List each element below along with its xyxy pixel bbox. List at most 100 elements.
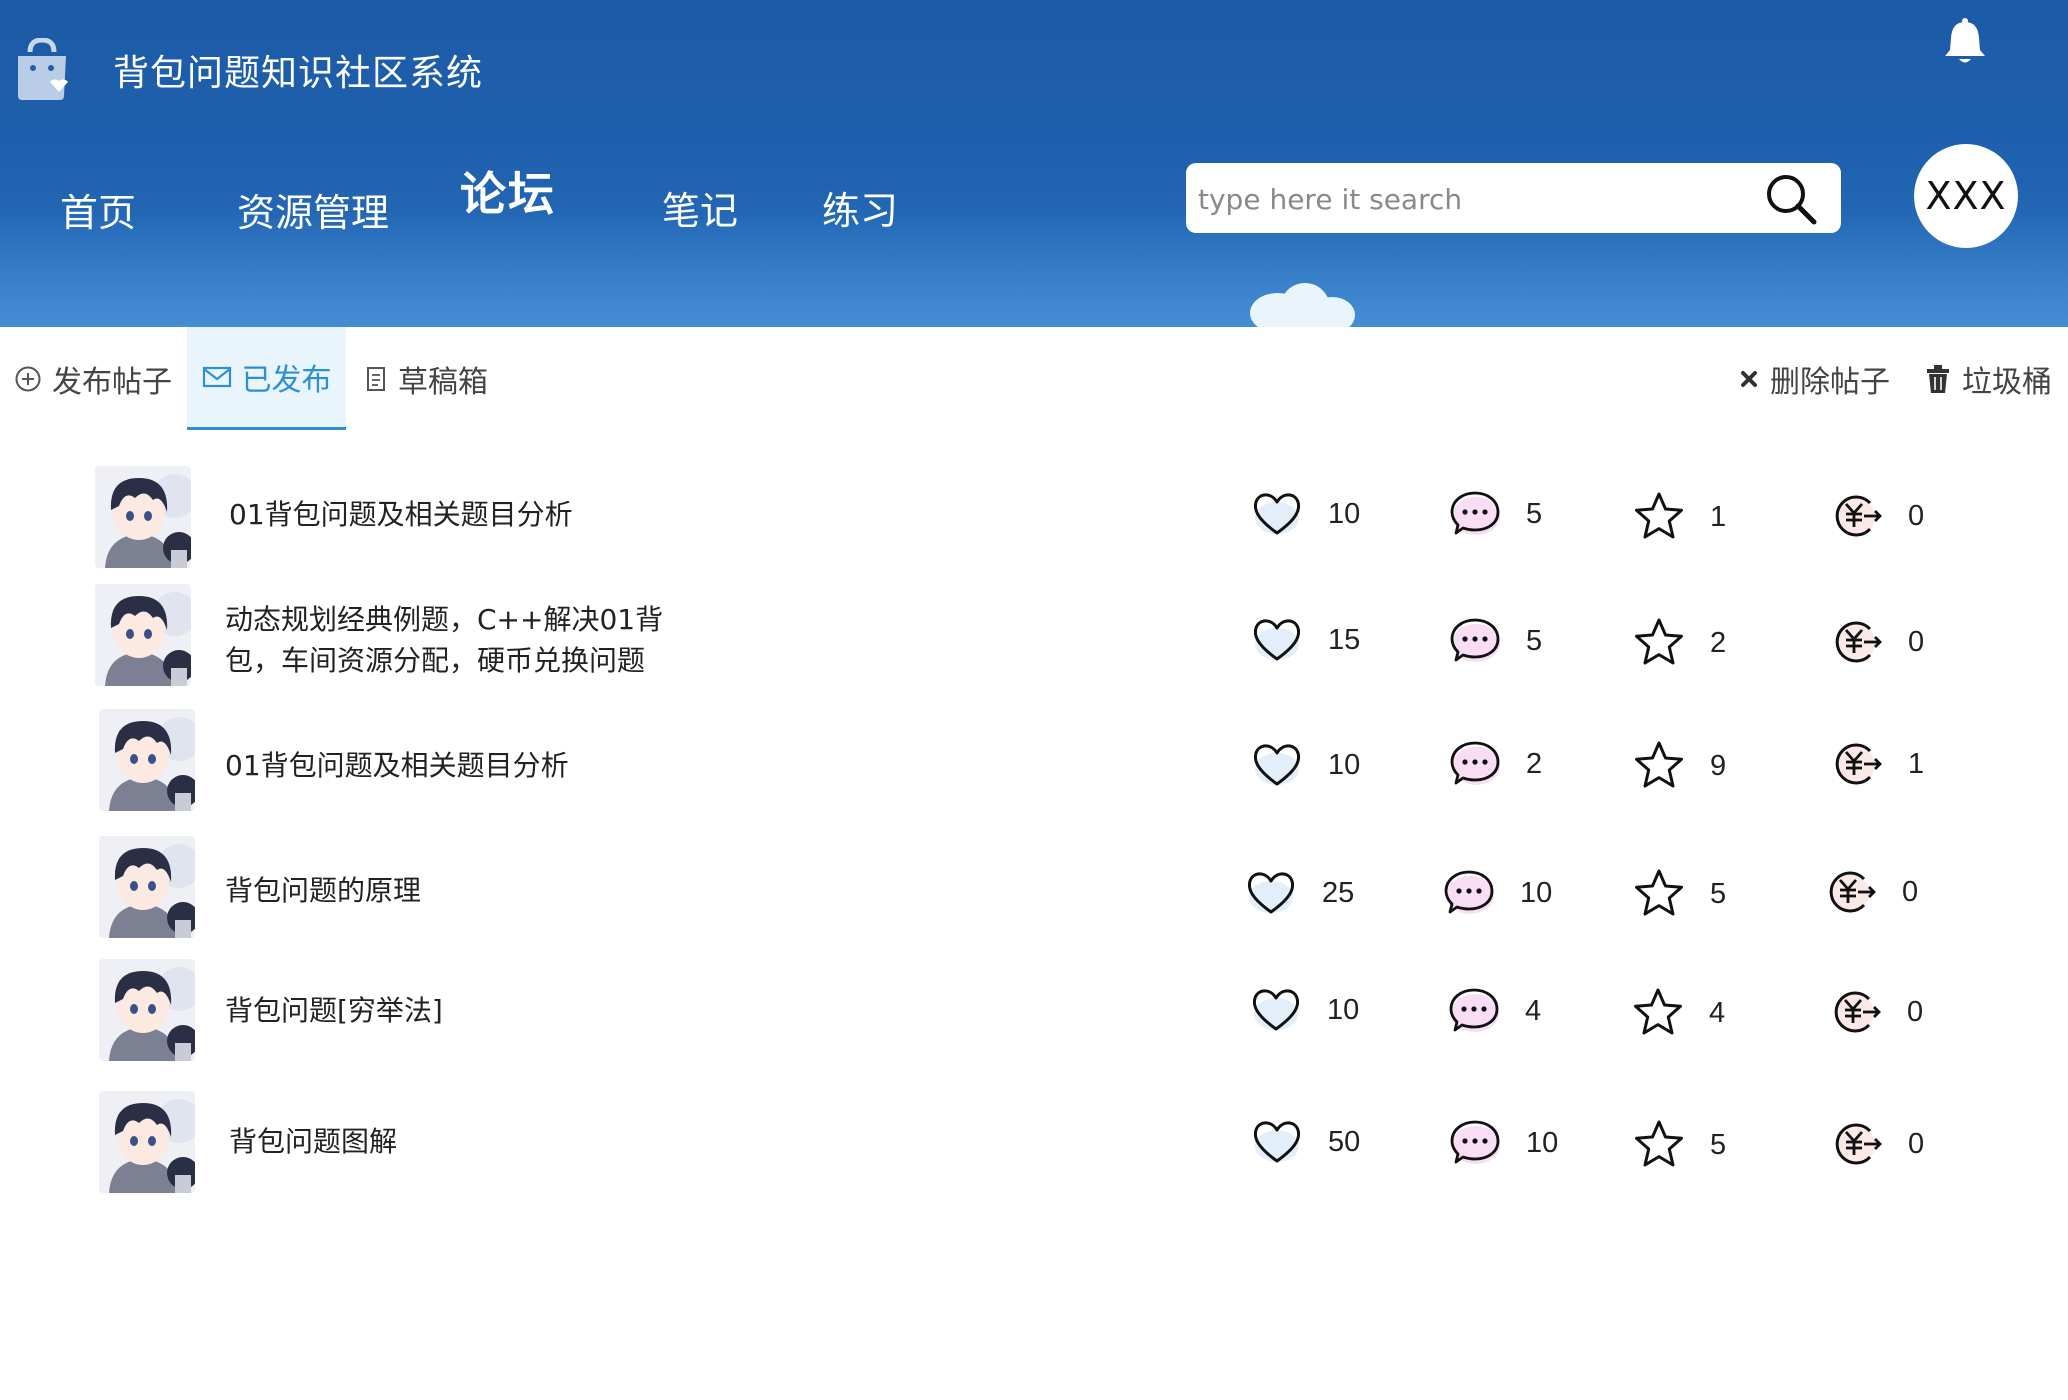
post-row: 01背包问题及相关题目分析 10 5 1 0 [0,462,2068,572]
post-title[interactable]: 背包问题[穷举法] [225,990,685,1031]
like-count-value: 15 [1328,623,1361,656]
post-row: 01背包问题及相关题目分析 10 2 9 1 [0,705,2068,815]
like-count: 25 [1244,866,1354,920]
search-box [1186,163,1841,235]
coin-count: 0 [1824,865,1918,919]
star-count-value: 5 [1710,877,1727,910]
comment-icon[interactable] [1448,614,1502,668]
comment-count-value: 10 [1520,876,1553,909]
nav-home[interactable]: 首页 [60,182,136,237]
star-count-value: 5 [1710,1128,1727,1161]
like-count: 10 [1250,738,1360,792]
post-row: 背包问题图解 50 10 5 0 [0,1085,2068,1195]
coin-count-value: 0 [1908,499,1925,532]
star-count: 1 [1632,490,1726,544]
author-avatar [95,584,191,686]
star-count-value: 2 [1710,626,1727,659]
author-avatar [99,1091,195,1193]
author-avatar [95,466,191,568]
author-avatar [99,836,195,938]
like-count-value: 10 [1328,748,1361,781]
like-count-value: 10 [1327,993,1360,1026]
coin-exchange-icon[interactable] [1824,865,1878,919]
comment-icon[interactable] [1448,487,1502,541]
post-row: 背包问题[穷举法] 10 4 4 0 [0,955,2068,1065]
comment-count-value: 4 [1525,994,1542,1027]
coin-exchange-icon[interactable] [1830,489,1884,543]
comment-icon[interactable] [1448,737,1502,791]
author-avatar [99,959,195,1061]
comment-count: 10 [1442,866,1552,920]
nav-notes[interactable]: 笔记 [662,180,738,235]
user-avatar[interactable]: XXX [1914,144,2018,248]
heart-icon[interactable] [1250,613,1304,667]
notification-bell-icon[interactable] [1940,18,1990,66]
comment-count-value: 5 [1526,624,1543,657]
tab-drafts[interactable]: 草稿箱 [364,327,488,430]
heart-icon[interactable] [1244,866,1298,920]
app-title: 背包问题知识社区系统 [113,53,484,94]
star-icon[interactable] [1632,490,1686,544]
star-count-value: 9 [1710,749,1727,782]
star-icon[interactable] [1632,739,1686,793]
like-count: 50 [1250,1115,1360,1169]
nav-forum[interactable]: 论坛 [460,158,556,224]
heart-icon[interactable] [1249,983,1303,1037]
like-count-value: 10 [1328,497,1361,530]
tab-published[interactable]: 已发布 [187,327,346,430]
star-count: 2 [1632,616,1726,670]
coin-exchange-icon[interactable] [1830,737,1884,791]
heart-icon[interactable] [1250,738,1304,792]
coin-exchange-icon[interactable] [1830,615,1884,669]
comment-count: 5 [1448,487,1542,541]
comment-icon[interactable] [1442,866,1496,920]
plus-circle-icon [15,366,41,391]
post-title[interactable]: 背包问题图解 [229,1121,689,1162]
tab-publish-post-label: 发布帖子 [52,364,172,400]
comment-icon[interactable] [1448,1116,1502,1170]
star-count: 5 [1632,867,1726,921]
heart-icon[interactable] [1250,1115,1304,1169]
coin-count: 0 [1830,615,1924,669]
coin-exchange-icon[interactable] [1830,1117,1884,1171]
forum-toolbar: 发布帖子 已发布 草稿箱 删除帖子 垃圾桶 [0,327,2068,432]
coin-count: 0 [1830,1117,1924,1171]
cloud-decoration [1240,275,1370,327]
like-count: 15 [1250,613,1360,667]
search-input[interactable] [1196,163,1760,235]
nav-practice[interactable]: 练习 [822,180,898,235]
tab-drafts-label: 草稿箱 [398,364,488,400]
tab-publish-post[interactable]: 发布帖子 [14,327,172,430]
star-count: 4 [1631,986,1725,1040]
author-avatar [99,709,195,811]
star-icon[interactable] [1632,867,1686,921]
star-icon[interactable] [1631,986,1685,1040]
star-count-value: 4 [1709,996,1726,1029]
trash-icon [1927,364,1949,393]
star-count-value: 1 [1710,500,1727,533]
heart-icon[interactable] [1250,487,1304,541]
post-title[interactable]: 01背包问题及相关题目分析 [225,745,685,786]
comment-icon[interactable] [1447,984,1501,1038]
post-title[interactable]: 背包问题的原理 [225,870,685,911]
coin-count: 1 [1830,737,1924,791]
coin-count-value: 0 [1908,1127,1925,1160]
coin-count: 0 [1830,489,1924,543]
comment-count-value: 10 [1526,1126,1559,1159]
coin-count-value: 0 [1908,625,1925,658]
coin-exchange-icon[interactable] [1829,985,1883,1039]
star-icon[interactable] [1632,616,1686,670]
post-row: 动态规划经典例题，C++解决01背包，车间资源分配，硬币兑换问题 15 5 2 … [0,580,2068,690]
like-count: 10 [1249,983,1359,1037]
star-count: 9 [1632,739,1726,793]
post-title[interactable]: 动态规划经典例题，C++解决01背包，车间资源分配，硬币兑换问题 [225,599,665,681]
post-row: 背包问题的原理 25 10 5 0 [0,830,2068,940]
like-count-value: 50 [1328,1125,1361,1158]
delete-post-button[interactable]: 删除帖子 [1738,327,1890,430]
search-icon[interactable] [1763,171,1819,227]
post-title[interactable]: 01背包问题及相关题目分析 [229,494,689,535]
comment-count-value: 2 [1526,747,1543,780]
trash-button[interactable]: 垃圾桶 [1924,327,2052,430]
star-icon[interactable] [1632,1118,1686,1172]
nav-resource-management[interactable]: 资源管理 [237,182,389,237]
